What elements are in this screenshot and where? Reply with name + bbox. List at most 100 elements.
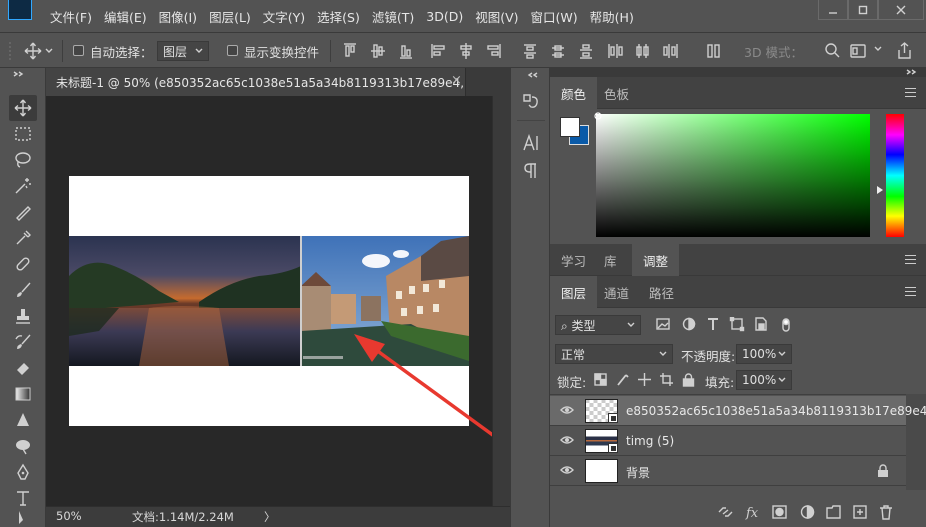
color-spectrum-field[interactable] bbox=[596, 114, 870, 237]
menu-3d[interactable]: 3D(D) bbox=[420, 9, 469, 24]
menu-bar: 文件(F) 编辑(E) 图像(I) 图层(L) 文字(Y) 选择(S) 滤镜(T… bbox=[0, 0, 926, 32]
dodge-tool[interactable] bbox=[9, 433, 37, 459]
minimize-button[interactable] bbox=[818, 0, 848, 20]
document-size: 文档:1.14M/2.24M bbox=[132, 510, 234, 524]
menu-view[interactable]: 视图(V) bbox=[469, 7, 524, 26]
auto-select-dropdown[interactable]: 图层 bbox=[157, 41, 209, 61]
menu-image[interactable]: 图像(I) bbox=[153, 7, 203, 26]
blur-icon bbox=[17, 413, 29, 426]
3d-mode-icons bbox=[825, 42, 911, 59]
menu-file[interactable]: 文件(F) bbox=[44, 7, 98, 26]
tab-layers[interactable]: 图层 bbox=[550, 276, 598, 308]
history-brush-icon bbox=[15, 334, 31, 349]
tab-color[interactable]: 颜色 bbox=[550, 77, 598, 109]
stamp-tool[interactable] bbox=[9, 303, 37, 329]
layer-thumbnail bbox=[585, 459, 618, 483]
eye-icon[interactable] bbox=[560, 465, 574, 475]
type-icon bbox=[17, 491, 29, 506]
brush-tool[interactable] bbox=[9, 277, 37, 303]
move-tool-icon[interactable] bbox=[24, 42, 42, 60]
magic-wand-tool[interactable] bbox=[9, 173, 37, 199]
lock-image-icon bbox=[617, 374, 629, 386]
filter-toggle-icon bbox=[782, 318, 790, 332]
marquee-tool[interactable] bbox=[9, 121, 37, 147]
hue-slider[interactable] bbox=[886, 114, 904, 237]
opacity-input[interactable]: 100% bbox=[736, 344, 792, 364]
lasso-tool[interactable] bbox=[9, 147, 37, 173]
menu-select[interactable]: 选择(S) bbox=[311, 7, 366, 26]
vertical-scrollbar[interactable] bbox=[492, 96, 510, 506]
eraser-tool[interactable] bbox=[9, 355, 37, 381]
chevron-down-icon bbox=[874, 46, 882, 51]
history-brush-tool[interactable] bbox=[9, 329, 37, 355]
tab-libraries[interactable]: 库 bbox=[593, 244, 628, 276]
sunset-lake-image[interactable] bbox=[69, 236, 301, 366]
status-more-button[interactable]: 〉 bbox=[264, 509, 276, 525]
layer-row[interactable]: timg (5) bbox=[550, 426, 906, 456]
document-title: 未标题-1 @ 50% (e850352ac65c1038e51a5a34b81… bbox=[56, 76, 480, 90]
move-tool[interactable] bbox=[9, 95, 37, 121]
gradient-tool[interactable] bbox=[9, 381, 37, 407]
3d-mode-label: 3D 模式： bbox=[744, 45, 804, 60]
gradient-icon bbox=[15, 387, 31, 401]
blur-tool[interactable] bbox=[9, 407, 37, 433]
blend-mode-dropdown[interactable]: 正常 bbox=[555, 344, 673, 364]
distribute-left-icon bbox=[608, 44, 623, 58]
collapse-panel-icon[interactable] bbox=[904, 69, 920, 75]
filter-adjustment-icon bbox=[682, 317, 696, 331]
tab-channels[interactable]: 通道 bbox=[593, 276, 640, 308]
eyedropper-tool[interactable] bbox=[9, 225, 37, 251]
collapse-arrows-icon[interactable] bbox=[11, 71, 35, 77]
new-layer-icon bbox=[853, 505, 867, 519]
paragraph-panel-icon[interactable] bbox=[523, 162, 539, 180]
hue-slider-handle-icon[interactable] bbox=[876, 185, 884, 195]
brush-icon bbox=[17, 282, 31, 297]
adjustment-layer-icon bbox=[800, 505, 815, 519]
document-tab[interactable]: 未标题-1 @ 50% (e850352ac65c1038e51a5a34b81… bbox=[46, 68, 479, 96]
menu-edit[interactable]: 编辑(E) bbox=[98, 7, 153, 26]
link-layers-icon bbox=[718, 507, 733, 517]
tab-adjustments[interactable]: 调整 bbox=[632, 244, 680, 276]
eyedropper-icon bbox=[16, 230, 31, 245]
filter-kind-value: 类型 bbox=[571, 318, 596, 333]
lock-icons bbox=[594, 373, 695, 387]
menu-window[interactable]: 窗口(W) bbox=[525, 7, 584, 26]
photoshop-logo-icon bbox=[8, 0, 32, 20]
panel-menu-icon[interactable] bbox=[905, 287, 916, 296]
close-tab-button[interactable]: × bbox=[451, 73, 462, 88]
zoom-level[interactable]: 50% bbox=[56, 509, 82, 523]
layer-row[interactable]: 背景 bbox=[550, 456, 906, 486]
tools-panel bbox=[0, 68, 46, 527]
dodge-icon bbox=[16, 440, 30, 455]
auto-select-checkbox[interactable] bbox=[73, 45, 84, 56]
expand-arrows-icon[interactable] bbox=[521, 72, 541, 78]
panel-menu-icon[interactable] bbox=[905, 255, 916, 264]
tab-paths[interactable]: 路径 bbox=[638, 276, 685, 308]
chevron-down-icon[interactable] bbox=[45, 48, 53, 54]
filter-type-icon bbox=[708, 318, 718, 330]
align-right-icon bbox=[487, 44, 501, 58]
foreground-color-swatch[interactable] bbox=[560, 117, 580, 137]
show-transform-checkbox[interactable] bbox=[227, 45, 238, 56]
menu-type[interactable]: 文字(Y) bbox=[257, 7, 311, 26]
tab-swatches[interactable]: 色板 bbox=[593, 77, 640, 109]
menu-help[interactable]: 帮助(H) bbox=[584, 7, 640, 26]
crop-tool[interactable] bbox=[9, 199, 37, 225]
panel-menu-icon[interactable] bbox=[905, 88, 916, 97]
eye-icon[interactable] bbox=[560, 435, 574, 445]
eye-icon[interactable] bbox=[560, 405, 574, 415]
history-icon[interactable] bbox=[522, 92, 540, 110]
character-panel-icon[interactable] bbox=[522, 134, 540, 152]
fill-input[interactable]: 100% bbox=[736, 370, 792, 390]
pen-tool[interactable] bbox=[9, 459, 37, 485]
path-select-tool[interactable] bbox=[9, 509, 37, 525]
healing-tool[interactable] bbox=[9, 251, 37, 277]
close-window-button[interactable] bbox=[878, 0, 924, 20]
menu-filter[interactable]: 滤镜(T) bbox=[366, 7, 420, 26]
maximize-button[interactable] bbox=[848, 0, 878, 20]
layer-filter-dropdown[interactable]: ⌕ 类型 bbox=[555, 315, 641, 335]
menu-layer[interactable]: 图层(L) bbox=[203, 7, 257, 26]
layer-row[interactable]: e850352ac65c1038e51a5a34b8119313b17e89e4 bbox=[550, 396, 926, 426]
type-tool[interactable] bbox=[9, 485, 37, 511]
tab-learn[interactable]: 学习 bbox=[550, 244, 597, 276]
